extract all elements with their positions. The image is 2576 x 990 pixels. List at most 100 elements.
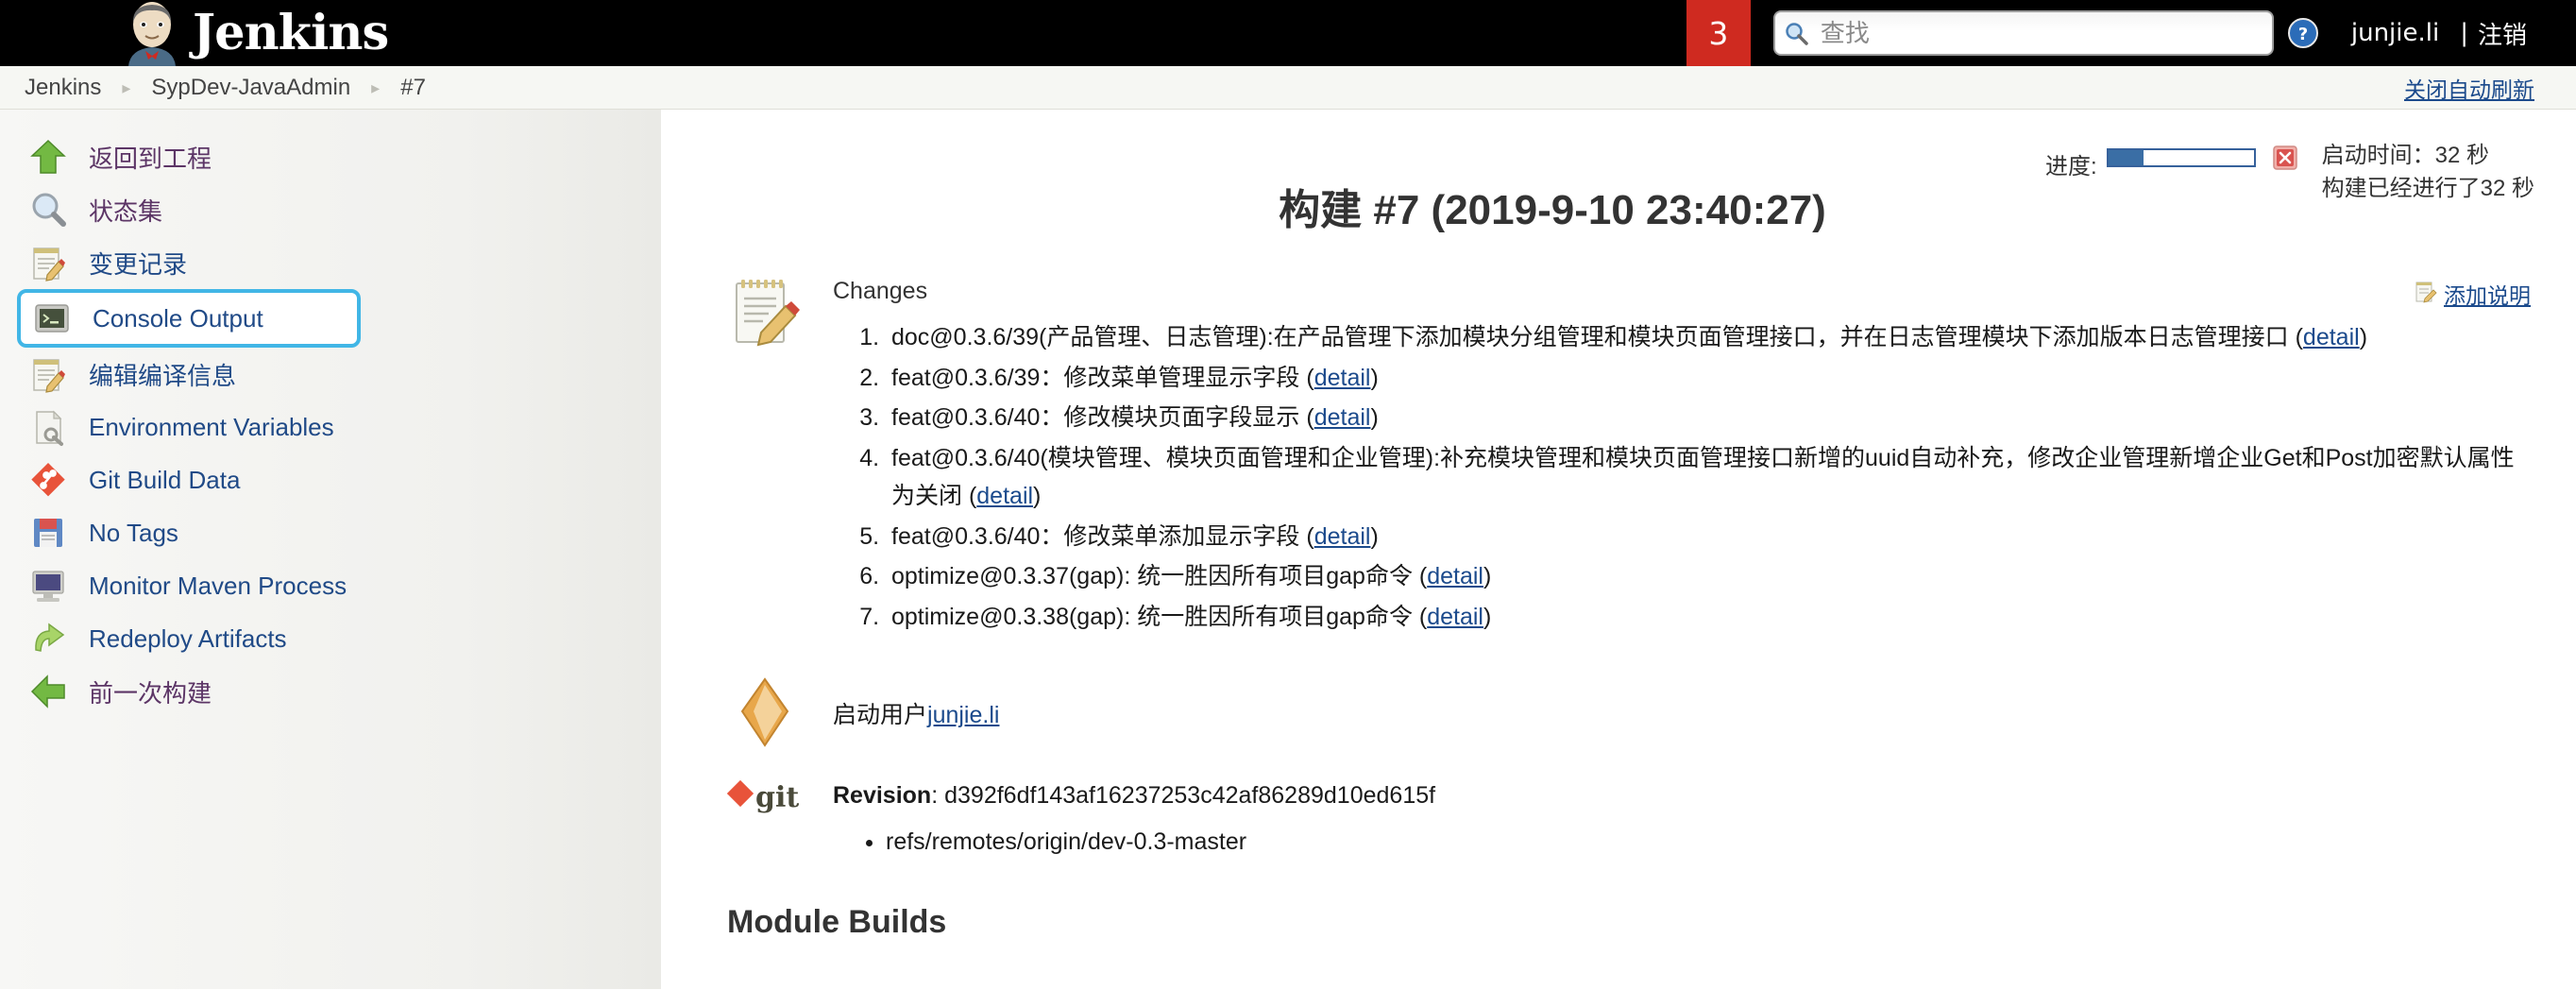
logout-link[interactable]: 注销 (2478, 16, 2527, 51)
computer-monitor-icon (28, 566, 68, 606)
sidebar-item-monitor-maven-process[interactable]: Monitor Maven Process (0, 559, 661, 612)
sidebar-item-label: Console Output (93, 303, 263, 333)
jenkins-brand-label: Jenkins (193, 4, 389, 61)
user-name-link[interactable]: junjie.li (2351, 19, 2439, 47)
sidebar-item-edit-build-information[interactable]: 编辑编译信息 (0, 348, 661, 401)
sidebar-item-status[interactable]: 状态集 (0, 183, 661, 236)
help-icon[interactable]: ? (2287, 17, 2319, 49)
green-redo-arrow-icon (28, 619, 68, 658)
build-elapsed-time: 构建已经进行了32 秒 (2321, 175, 2534, 201)
build-progress-block: 进度: 启动时间：32 秒 构建已经进行了32 秒 (2045, 140, 2534, 206)
change-detail-link[interactable]: detail (1314, 523, 1371, 550)
sidebar-item-label: Environment Variables (89, 412, 334, 441)
changes-heading: Changes (833, 278, 928, 304)
sidebar-item-environment-variables[interactable]: Environment Variables (0, 401, 661, 453)
started-by-prefix: 启动用户 (833, 702, 928, 728)
disable-auto-refresh-link[interactable]: 关闭自动刷新 (2404, 72, 2534, 104)
change-detail-link[interactable]: detail (1314, 365, 1371, 391)
sidebar-item-label: 前一次构建 (89, 678, 212, 708)
build-timing: 启动时间：32 秒 构建已经进行了32 秒 (2322, 140, 2534, 206)
user-area: junjie.li | 注销 (2351, 16, 2527, 51)
progress-bar-fill (2108, 150, 2144, 165)
svg-text:?: ? (2298, 25, 2308, 44)
notepad-pencil-icon (727, 274, 803, 638)
change-detail-link[interactable]: detail (976, 483, 1033, 509)
breadcrumb-item-jenkins[interactable]: Jenkins (25, 75, 101, 101)
sidebar-item-label: Git Build Data (89, 465, 241, 494)
changes-section: Changes doc@0.3.6/39(产品管理、日志管理):在产品管理下添加… (699, 274, 2519, 638)
sidebar-item-back-to-project[interactable]: 返回到工程 (0, 130, 661, 183)
started-by-body: 启动用户junjie.li (833, 675, 2519, 756)
page-body: 返回到工程 状态集 变更记录 Console Output 编辑编译信息 Env… (0, 110, 2576, 989)
sidebar: 返回到工程 状态集 变更记录 Console Output 编辑编译信息 Env… (0, 110, 661, 989)
sidebar-item-no-tags[interactable]: No Tags (0, 506, 661, 559)
started-by-section: 启动用户junjie.li (699, 675, 2519, 756)
change-list-item: feat@0.3.6/40(模块管理、模块页面管理和企业管理):补充模块管理和模… (886, 439, 2519, 516)
document-wrench-icon (28, 407, 68, 447)
sidebar-item-label: 变更记录 (89, 249, 188, 279)
revision-branch-item: refs/remotes/origin/dev-0.3-master (886, 823, 2519, 861)
git-logo-icon: git (726, 778, 803, 861)
breadcrumb: Jenkins ▸ SypDev-JavaAdmin ▸ #7 关闭自动刷新 (0, 66, 2576, 110)
change-list-item: feat@0.3.6/40：修改菜单添加显示字段 (detail) (886, 518, 2519, 556)
terminal-icon (32, 299, 72, 338)
revision-colon: : (931, 782, 945, 809)
revision-label: Revision (833, 782, 932, 809)
user-separator: | (2460, 19, 2468, 47)
up-arrow-green-icon (28, 137, 68, 177)
revision-sha: d392f6df143af16237253c42af86289d10ed615f (944, 782, 1436, 809)
change-detail-link[interactable]: detail (1427, 604, 1483, 630)
change-list-item: doc@0.3.6/39(产品管理、日志管理):在产品管理下添加模块分组管理和模… (886, 318, 2519, 357)
module-builds-heading: Module Builds (727, 904, 947, 940)
executors-count-badge[interactable]: 3 (1686, 0, 1751, 66)
breadcrumb-arrow-icon: ▸ (371, 77, 381, 97)
change-list-item: feat@0.3.6/39：修改菜单管理显示字段 (detail) (886, 359, 2519, 398)
change-detail-link[interactable]: detail (1314, 404, 1371, 431)
revision-branch-list: refs/remotes/origin/dev-0.3-master (833, 823, 2519, 861)
sidebar-item-label: 状态集 (89, 196, 163, 226)
user-diamond-icon (727, 675, 803, 756)
revision-line: Revision: d392f6df143af16237253c42af8628… (833, 782, 2519, 810)
revision-section: git Revision: d392f6df143af16237253c42af… (699, 778, 2519, 861)
breadcrumb-arrow-icon: ▸ (122, 77, 131, 97)
floppy-disk-icon (28, 513, 68, 553)
sidebar-item-label: Monitor Maven Process (89, 571, 347, 600)
progress-bar (2106, 148, 2256, 167)
sidebar-item-label: No Tags (89, 518, 178, 547)
breadcrumb-item-build[interactable]: #7 (400, 75, 426, 101)
git-diamond-icon (28, 460, 68, 500)
notepad-pencil-icon (28, 354, 68, 394)
notepad-pencil-icon (2414, 280, 2438, 309)
jenkins-butler-icon (123, 0, 181, 66)
main-panel: 进度: 启动时间：32 秒 构建已经进行了32 秒 构建 #7 (2019-9-… (661, 110, 2576, 989)
breadcrumb-item-project[interactable]: SypDev-JavaAdmin (151, 75, 350, 101)
sidebar-item-label: 编辑编译信息 (89, 361, 237, 390)
sidebar-item-previous-build[interactable]: 前一次构建 (0, 665, 661, 718)
change-list-item: optimize@0.3.38(gap): 统一胜因所有项目gap命令 (det… (886, 598, 2519, 637)
add-description-row: 添加说明 (2414, 278, 2531, 310)
search-box[interactable] (1772, 10, 2274, 56)
change-detail-link[interactable]: detail (2303, 324, 2360, 350)
change-list-item: feat@0.3.6/40：修改模块页面字段显示 (detail) (886, 399, 2519, 437)
build-start-time: 启动时间：32 秒 (2321, 143, 2489, 168)
sidebar-item-changes[interactable]: 变更记录 (0, 236, 661, 289)
sidebar-item-git-build-data[interactable]: Git Build Data (0, 453, 661, 506)
changes-body: Changes doc@0.3.6/39(产品管理、日志管理):在产品管理下添加… (833, 274, 2519, 638)
masthead-right: 3 ? junjie.li | 注销 (1686, 0, 2576, 66)
jenkins-logo-link[interactable]: Jenkins (0, 0, 389, 66)
masthead: Jenkins 3 ? junjie.li | 注销 (0, 0, 2576, 66)
sidebar-item-console-output[interactable]: Console Output (17, 289, 361, 348)
changes-list: doc@0.3.6/39(产品管理、日志管理):在产品管理下添加模块分组管理和模… (833, 318, 2519, 636)
started-by-line: 启动用户junjie.li (833, 679, 2519, 730)
left-arrow-green-icon (28, 672, 68, 711)
add-description-link[interactable]: 添加说明 (2444, 278, 2531, 310)
revision-body: Revision: d392f6df143af16237253c42af8628… (833, 778, 2519, 861)
svg-text:git: git (755, 781, 799, 814)
sidebar-item-redeploy-artifacts[interactable]: Redeploy Artifacts (0, 612, 661, 665)
progress-label: 进度: (2044, 154, 2097, 179)
abort-build-button[interactable] (2272, 145, 2297, 170)
search-input[interactable] (1772, 10, 2274, 56)
change-detail-link[interactable]: detail (1427, 563, 1483, 589)
notepad-pencil-icon (28, 243, 68, 282)
started-by-user-link[interactable]: junjie.li (927, 702, 999, 728)
